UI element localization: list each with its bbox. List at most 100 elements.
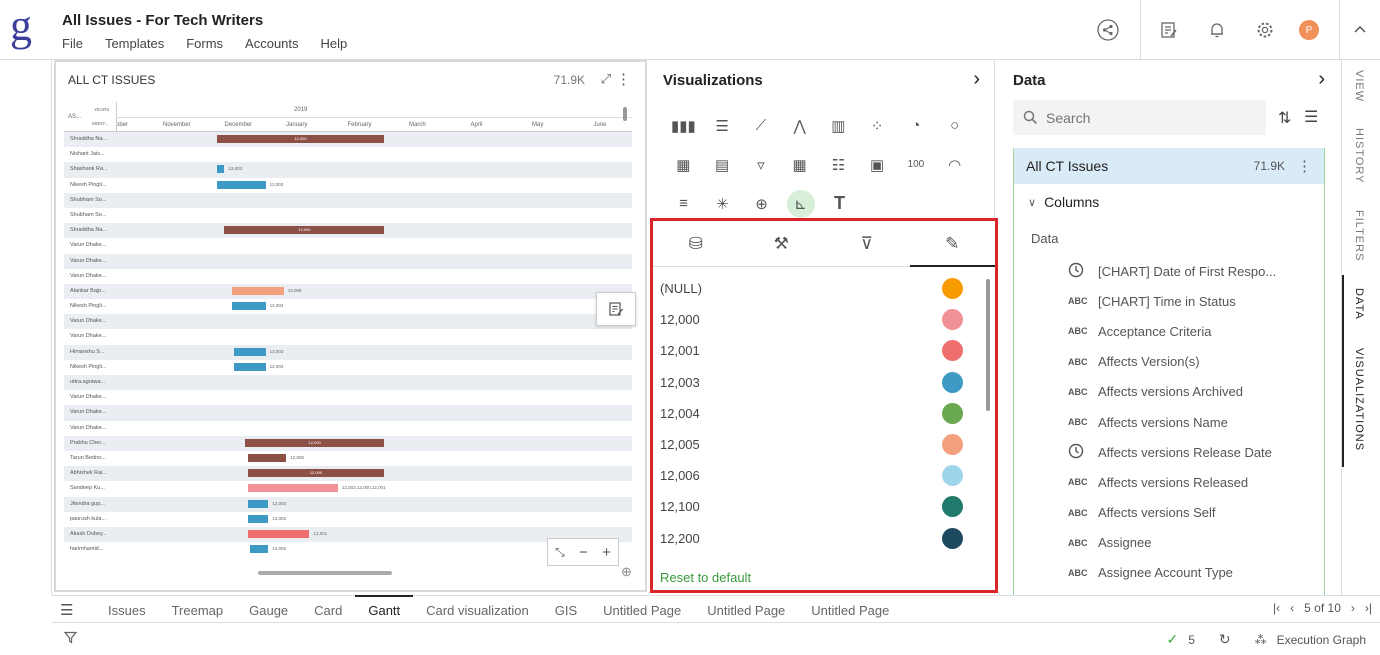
side-tab-history[interactable]: HISTORY (1353, 128, 1365, 184)
app-logo[interactable]: g (10, 4, 32, 48)
page-tab[interactable]: Treemap (159, 596, 237, 624)
network-icon[interactable]: ✳ (703, 190, 742, 218)
gantt-bar[interactable] (247, 529, 310, 538)
gantt-bar[interactable] (247, 484, 338, 493)
dataset-item[interactable]: All CT Issues 71.9K ⋮ (1014, 148, 1324, 184)
menu-file[interactable]: File (62, 36, 83, 51)
globe-icon[interactable]: ⊕ (742, 190, 781, 218)
notes-icon[interactable] (1157, 18, 1181, 42)
area-chart-icon[interactable]: ⋀ (780, 112, 819, 140)
treemap-icon[interactable]: ▦ (664, 151, 703, 179)
horizontal-bar-icon[interactable]: ☰ (703, 112, 742, 140)
search-input[interactable] (1046, 109, 1246, 126)
prev-page-icon[interactable]: ‹ (1290, 601, 1294, 615)
kebab-menu-icon[interactable]: ⋮ (616, 70, 631, 88)
side-tab-data[interactable]: DATA (1353, 288, 1365, 320)
gantt-bar[interactable] (233, 362, 266, 371)
field-item[interactable]: ABC Affects Version(s) (1014, 347, 1324, 377)
color-swatch[interactable] (942, 434, 963, 456)
vertical-scrollbar[interactable] (623, 107, 627, 121)
text-icon[interactable]: T (820, 190, 859, 218)
fit-screen-icon[interactable]: ⤡ (555, 545, 565, 560)
bar-chart-icon[interactable]: ▮▮▮ (664, 112, 703, 140)
gantt-bar[interactable]: 12,000 (224, 226, 385, 235)
kebab-menu-icon[interactable]: ⋮ (1297, 157, 1312, 175)
menu-accounts[interactable]: Accounts (245, 36, 298, 51)
page-tab[interactable]: Issues (95, 596, 159, 624)
chevron-right-icon[interactable]: › (1318, 68, 1325, 91)
first-page-icon[interactable]: |‹ (1273, 601, 1280, 615)
zoom-out-button[interactable]: − (579, 544, 588, 561)
field-item[interactable]: Affects versions Release Date (1014, 437, 1324, 467)
filter-icon[interactable] (63, 631, 78, 647)
gear-icon[interactable] (1253, 18, 1277, 42)
gantt-bar[interactable] (216, 165, 225, 174)
gantt-bar[interactable] (250, 545, 269, 554)
gantt-bar[interactable]: 12,000 (245, 438, 385, 447)
field-item[interactable]: ABC Assignee Account Type (1014, 558, 1324, 588)
next-page-icon[interactable]: › (1351, 601, 1355, 615)
color-swatch[interactable] (942, 527, 963, 549)
gantt-bar[interactable]: 12,000 (216, 135, 385, 143)
side-tab-visualizations[interactable]: VISUALIZATIONS (1353, 348, 1365, 451)
table-icon[interactable]: ▦ (780, 151, 819, 179)
grid-icon[interactable]: ▣ (858, 151, 897, 179)
card-icon[interactable]: ▤ (703, 151, 742, 179)
color-swatch[interactable] (942, 496, 963, 518)
page-tab[interactable]: Untitled Page (694, 596, 798, 624)
color-swatch[interactable] (942, 340, 963, 362)
gantt-bar[interactable] (247, 514, 269, 523)
gauge-icon[interactable]: ◠ (935, 151, 974, 179)
menu-forms[interactable]: Forms (186, 36, 223, 51)
format-tab[interactable]: ⚒ (739, 221, 825, 266)
gantt-bar[interactable] (232, 302, 266, 311)
field-item[interactable]: ABC Affects versions Released (1014, 467, 1324, 497)
menu-help[interactable]: Help (321, 36, 348, 51)
page-tab[interactable]: Gantt (355, 595, 413, 624)
kpi-icon[interactable]: 100 (897, 151, 936, 179)
field-item[interactable]: ABC Affects versions Archived (1014, 377, 1324, 407)
zoom-in-button[interactable]: + (602, 544, 611, 561)
page-tab[interactable]: Untitled Page (798, 596, 902, 624)
chevron-right-icon[interactable]: › (973, 68, 980, 91)
combo-chart-icon[interactable]: ▥ (819, 112, 858, 140)
color-swatch[interactable] (942, 371, 963, 393)
pie-chart-icon[interactable]: ◔ (897, 112, 936, 140)
sort-icon[interactable]: ⇅ (1278, 108, 1291, 128)
user-menu[interactable]: P (1297, 18, 1321, 42)
field-item[interactable]: ABC Acceptance Criteria (1014, 316, 1324, 346)
last-page-icon[interactable]: ›| (1365, 601, 1372, 615)
field-item[interactable]: ABC Affects versions Self (1014, 498, 1324, 528)
color-swatch[interactable] (942, 402, 963, 424)
line-chart-icon[interactable]: ⟋ (742, 112, 781, 140)
field-item[interactable]: [CHART] Date of First Respo... (1014, 256, 1324, 286)
side-tab-filters[interactable]: FILTERS (1353, 210, 1365, 261)
reset-to-default-link[interactable]: Reset to default (660, 570, 751, 585)
field-item[interactable]: ABC [CHART] Time in Status (1014, 286, 1324, 316)
gantt-bar[interactable] (247, 499, 269, 508)
gantt-bar[interactable] (232, 286, 284, 295)
edit-notes-button[interactable] (596, 292, 636, 326)
hamburger-icon[interactable]: ☰ (60, 601, 73, 619)
color-swatch[interactable] (942, 309, 963, 331)
field-item[interactable]: ABC Assignee (1014, 528, 1324, 558)
vertical-scrollbar[interactable] (986, 279, 990, 411)
page-tab[interactable]: Card visualization (413, 596, 542, 624)
execution-graph-link[interactable]: Execution Graph (1277, 633, 1366, 647)
data-settings-tab[interactable]: ⛁ (653, 221, 739, 266)
filter-tab[interactable]: ⊽ (824, 221, 910, 266)
add-icon[interactable]: ⊕ (621, 564, 632, 580)
pivot-icon[interactable]: ☷ (819, 151, 858, 179)
list-filter-icon[interactable]: ☰ (1304, 107, 1318, 127)
donut-icon[interactable]: ○ (935, 112, 974, 140)
color-settings-tab[interactable]: ✎ (909, 221, 996, 267)
menu-templates[interactable]: Templates (105, 36, 164, 51)
share-icon[interactable] (1096, 18, 1120, 42)
color-swatch[interactable] (942, 278, 963, 300)
expand-icon[interactable]: ⤢ (601, 71, 611, 87)
refresh-icon[interactable]: ↻ (1219, 631, 1231, 648)
chevron-up-icon[interactable] (1348, 18, 1372, 42)
gantt-bar[interactable] (216, 180, 266, 189)
color-swatch[interactable] (942, 465, 963, 487)
gantt-icon[interactable]: ⊾ (786, 189, 815, 218)
